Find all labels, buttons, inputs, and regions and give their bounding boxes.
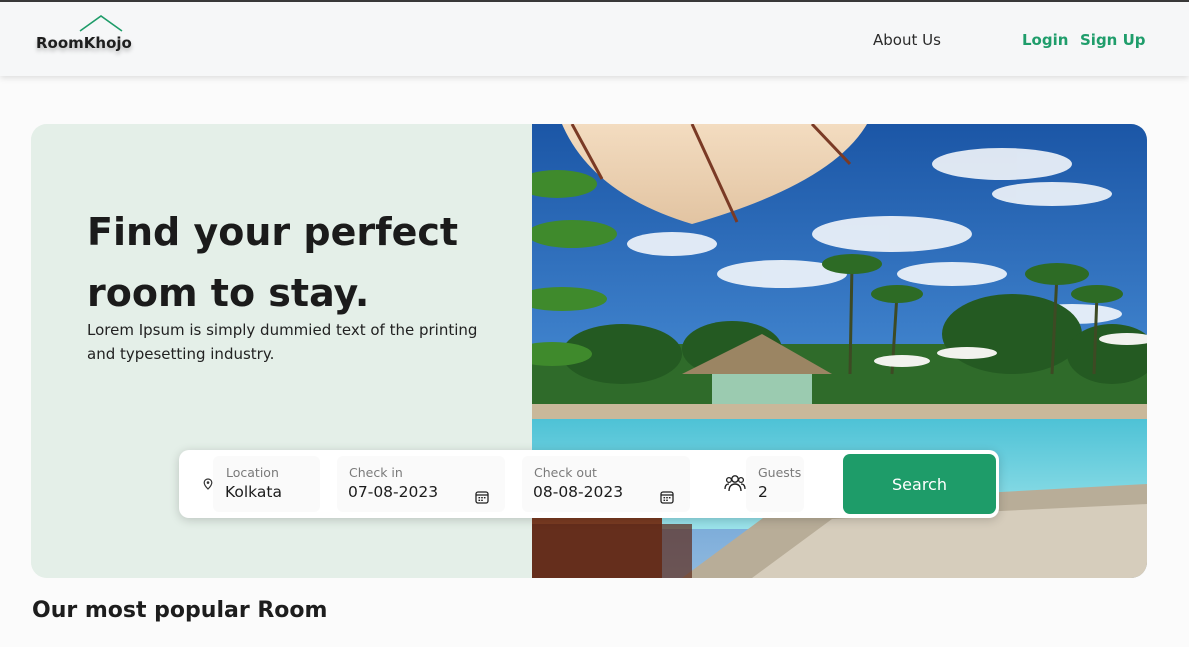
- location-pin-icon: [203, 478, 213, 490]
- guests-label: Guests: [758, 465, 802, 480]
- hero-title: Find your perfect room to stay.: [87, 210, 459, 315]
- search-button[interactable]: Search: [843, 454, 996, 514]
- brand-name: RoomKhojo: [36, 34, 132, 52]
- checkout-label: Check out: [534, 465, 597, 480]
- checkout-value: 08-08-2023: [533, 483, 624, 501]
- search-bar: Location Kolkata Check in 07-08-2023 Che…: [179, 450, 999, 518]
- location-field[interactable]: Location Kolkata: [213, 456, 320, 512]
- hero-subtitle: Lorem Ipsum is simply dummied text of th…: [87, 321, 478, 363]
- guests-value: 2: [758, 483, 768, 501]
- navbar: RoomKhojo About Us Login Sign Up: [0, 2, 1189, 76]
- signup-link[interactable]: Sign Up: [1080, 31, 1146, 49]
- location-label: Location: [226, 465, 279, 480]
- login-link[interactable]: Login: [1022, 31, 1068, 49]
- checkin-field[interactable]: Check in 07-08-2023: [337, 456, 505, 512]
- checkin-label: Check in: [349, 465, 403, 480]
- nav-about-link[interactable]: About Us: [873, 31, 941, 49]
- house-roof-icon: [79, 15, 123, 32]
- popular-rooms-title: Our most popular Room: [32, 598, 328, 623]
- guests-field[interactable]: Guests 2: [746, 456, 804, 512]
- checkout-field[interactable]: Check out 08-08-2023: [522, 456, 690, 512]
- calendar-icon[interactable]: [660, 490, 674, 504]
- location-value: Kolkata: [225, 483, 282, 501]
- logo[interactable]: RoomKhojo: [36, 14, 146, 62]
- checkin-value: 07-08-2023: [348, 483, 439, 501]
- calendar-icon[interactable]: [475, 490, 489, 504]
- users-icon: [724, 475, 746, 492]
